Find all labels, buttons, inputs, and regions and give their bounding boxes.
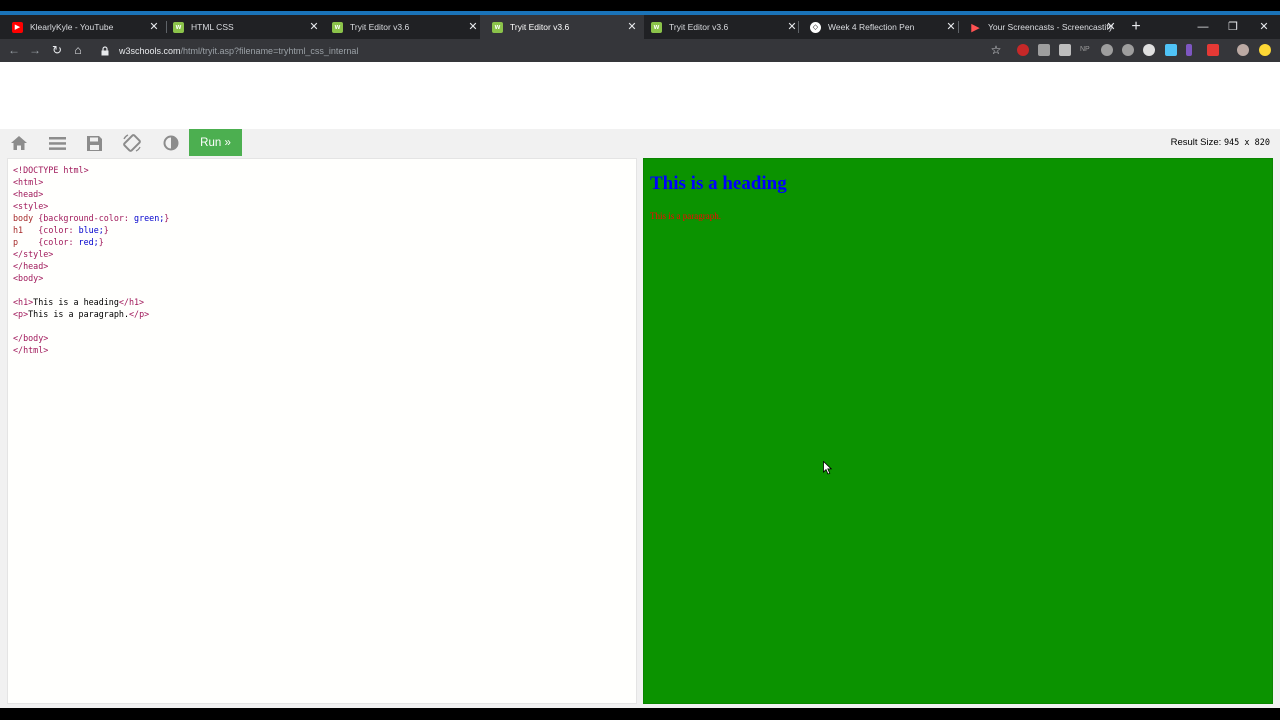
w3schools-icon: w xyxy=(492,21,503,33)
code-line: </style> xyxy=(13,249,54,259)
extension-icon[interactable] xyxy=(1165,44,1177,56)
close-icon[interactable]: ✕ xyxy=(308,21,320,33)
code-line: ​ xyxy=(13,320,169,332)
tab-codepen[interactable]: ◇ Week 4 Reflection Pen ✕ xyxy=(798,15,963,39)
code-line: </html> xyxy=(13,345,49,355)
close-icon[interactable]: ✕ xyxy=(786,21,798,33)
tab-screencastify[interactable]: ▶ Your Screencasts - Screencastify ✕ xyxy=(958,15,1123,39)
code-line: </head> xyxy=(13,261,49,271)
tab-label: Tryit Editor v3.6 xyxy=(350,22,410,32)
tab-strip: ▶ KlearlyKyle - YouTube ✕ w HTML CSS ✕ w… xyxy=(0,15,1280,39)
code-line: <!DOCTYPE html> xyxy=(13,165,89,175)
close-icon[interactable]: ✕ xyxy=(626,21,638,33)
tab-tryit-3[interactable]: w Tryit Editor v3.6 ✕ xyxy=(639,15,804,39)
close-icon[interactable]: ✕ xyxy=(1105,21,1117,33)
url-domain: w3schools.com xyxy=(119,45,181,56)
result-size-value: 945 x 820 xyxy=(1223,138,1270,148)
result-paragraph: This is a paragraph. xyxy=(650,211,721,221)
webpage: Run » Result Size: 945 x 820 <!DOCTYPE h… xyxy=(0,62,1280,708)
extension-icon[interactable] xyxy=(1038,44,1050,56)
extension-icon[interactable] xyxy=(1186,44,1192,56)
result-size: Result Size: 945 x 820 xyxy=(1171,137,1270,148)
w3schools-icon: w xyxy=(332,21,343,33)
code-line: body {background-color: green;} xyxy=(13,213,170,223)
bookmark-star-icon[interactable]: ☆ xyxy=(988,42,1004,58)
extension-icon[interactable] xyxy=(1101,44,1113,56)
close-icon[interactable]: ✕ xyxy=(945,21,957,33)
reload-button[interactable]: ↻ xyxy=(49,42,65,58)
screen: ▶ KlearlyKyle - YouTube ✕ w HTML CSS ✕ w… xyxy=(0,0,1280,720)
extension-icon[interactable] xyxy=(1207,44,1219,56)
code-line: <p>This is a paragraph.</p> xyxy=(13,309,150,319)
url-path: /html/tryit.asp?filename=tryhtml_css_int… xyxy=(180,45,359,56)
address-bar[interactable]: w3schools.com/html/tryit.asp?filename=tr… xyxy=(94,41,1010,60)
minimize-button[interactable]: — xyxy=(1193,18,1213,36)
tab-label: HTML CSS xyxy=(191,22,234,32)
code-line: h1 {color: blue;} xyxy=(13,225,109,235)
lock-icon xyxy=(101,45,109,55)
home-button[interactable]: ⌂ xyxy=(70,42,86,58)
close-icon[interactable]: ✕ xyxy=(148,21,160,33)
address-toolbar: ← → ↻ ⌂ w3schools.com/html/tryit.asp?fil… xyxy=(0,39,1280,62)
tab-label: Week 4 Reflection Pen xyxy=(828,22,915,32)
save-icon[interactable] xyxy=(83,132,105,154)
codepen-icon: ◇ xyxy=(810,21,821,33)
tab-tryit-active[interactable]: w Tryit Editor v3.6 ✕ xyxy=(480,15,644,39)
contrast-icon[interactable] xyxy=(160,132,182,154)
extension-np-icon[interactable]: NP xyxy=(1080,44,1092,56)
tryit-toolbar: Run » Result Size: 945 x 820 xyxy=(0,129,1280,156)
mouse-cursor-icon xyxy=(823,461,833,475)
result-heading: This is a heading xyxy=(650,173,787,194)
code-line: <html> xyxy=(13,177,44,187)
code-line: <style> xyxy=(13,201,49,211)
code-text[interactable]: <!DOCTYPE html> <html> <head> <style> body {… xyxy=(13,164,169,356)
code-editor[interactable]: <!DOCTYPE html> <html> <head> <style> body {… xyxy=(7,158,637,704)
tab-label: KlearlyKyle - YouTube xyxy=(30,22,114,32)
code-line: ​ xyxy=(13,284,169,296)
window-close-button[interactable]: ✕ xyxy=(1254,18,1274,36)
bottom-letterbox xyxy=(0,708,1280,720)
w3schools-icon: w xyxy=(173,21,184,33)
rotate-icon[interactable] xyxy=(121,132,143,154)
new-tab-button[interactable]: + xyxy=(1129,18,1143,36)
tab-youtube[interactable]: ▶ KlearlyKyle - YouTube ✕ xyxy=(0,15,166,39)
tab-label: Your Screencasts - Screencastify xyxy=(988,22,1113,32)
close-icon[interactable]: ✕ xyxy=(467,21,479,33)
run-button[interactable]: Run » xyxy=(189,129,242,156)
youtube-icon: ▶ xyxy=(12,21,23,33)
restore-button[interactable]: ❐ xyxy=(1223,18,1243,36)
screencastify-icon: ▶ xyxy=(971,21,980,34)
menu-icon[interactable] xyxy=(1259,44,1271,56)
result-size-label: Result Size: xyxy=(1170,137,1222,148)
menu-icon[interactable] xyxy=(46,132,68,154)
extension-icon[interactable] xyxy=(1143,44,1155,56)
forward-button[interactable]: → xyxy=(27,42,43,58)
back-button[interactable]: ← xyxy=(6,42,22,58)
tab-html-css[interactable]: w HTML CSS ✕ xyxy=(161,15,326,39)
avatar[interactable] xyxy=(1237,44,1249,56)
tab-label: Tryit Editor v3.6 xyxy=(669,22,729,32)
extension-icon[interactable] xyxy=(1122,44,1134,56)
code-line: </body> xyxy=(13,333,49,343)
code-line: p {color: red;} xyxy=(13,237,104,247)
extension-icon[interactable] xyxy=(1059,44,1071,56)
tab-label: Tryit Editor v3.6 xyxy=(510,22,570,32)
w3schools-icon: w xyxy=(651,21,662,33)
editor-workarea: <!DOCTYPE html> <html> <head> <style> body {… xyxy=(0,156,1280,708)
home-icon[interactable] xyxy=(8,132,30,154)
code-line: <head> xyxy=(13,189,44,199)
tab-tryit-1[interactable]: w Tryit Editor v3.6 ✕ xyxy=(320,15,485,39)
code-line: <body> xyxy=(13,273,44,283)
result-frame[interactable]: This is a heading This is a paragraph. xyxy=(643,158,1273,704)
extension-icon[interactable] xyxy=(1017,44,1029,56)
code-line: <h1>This is a heading</h1> xyxy=(13,297,145,307)
